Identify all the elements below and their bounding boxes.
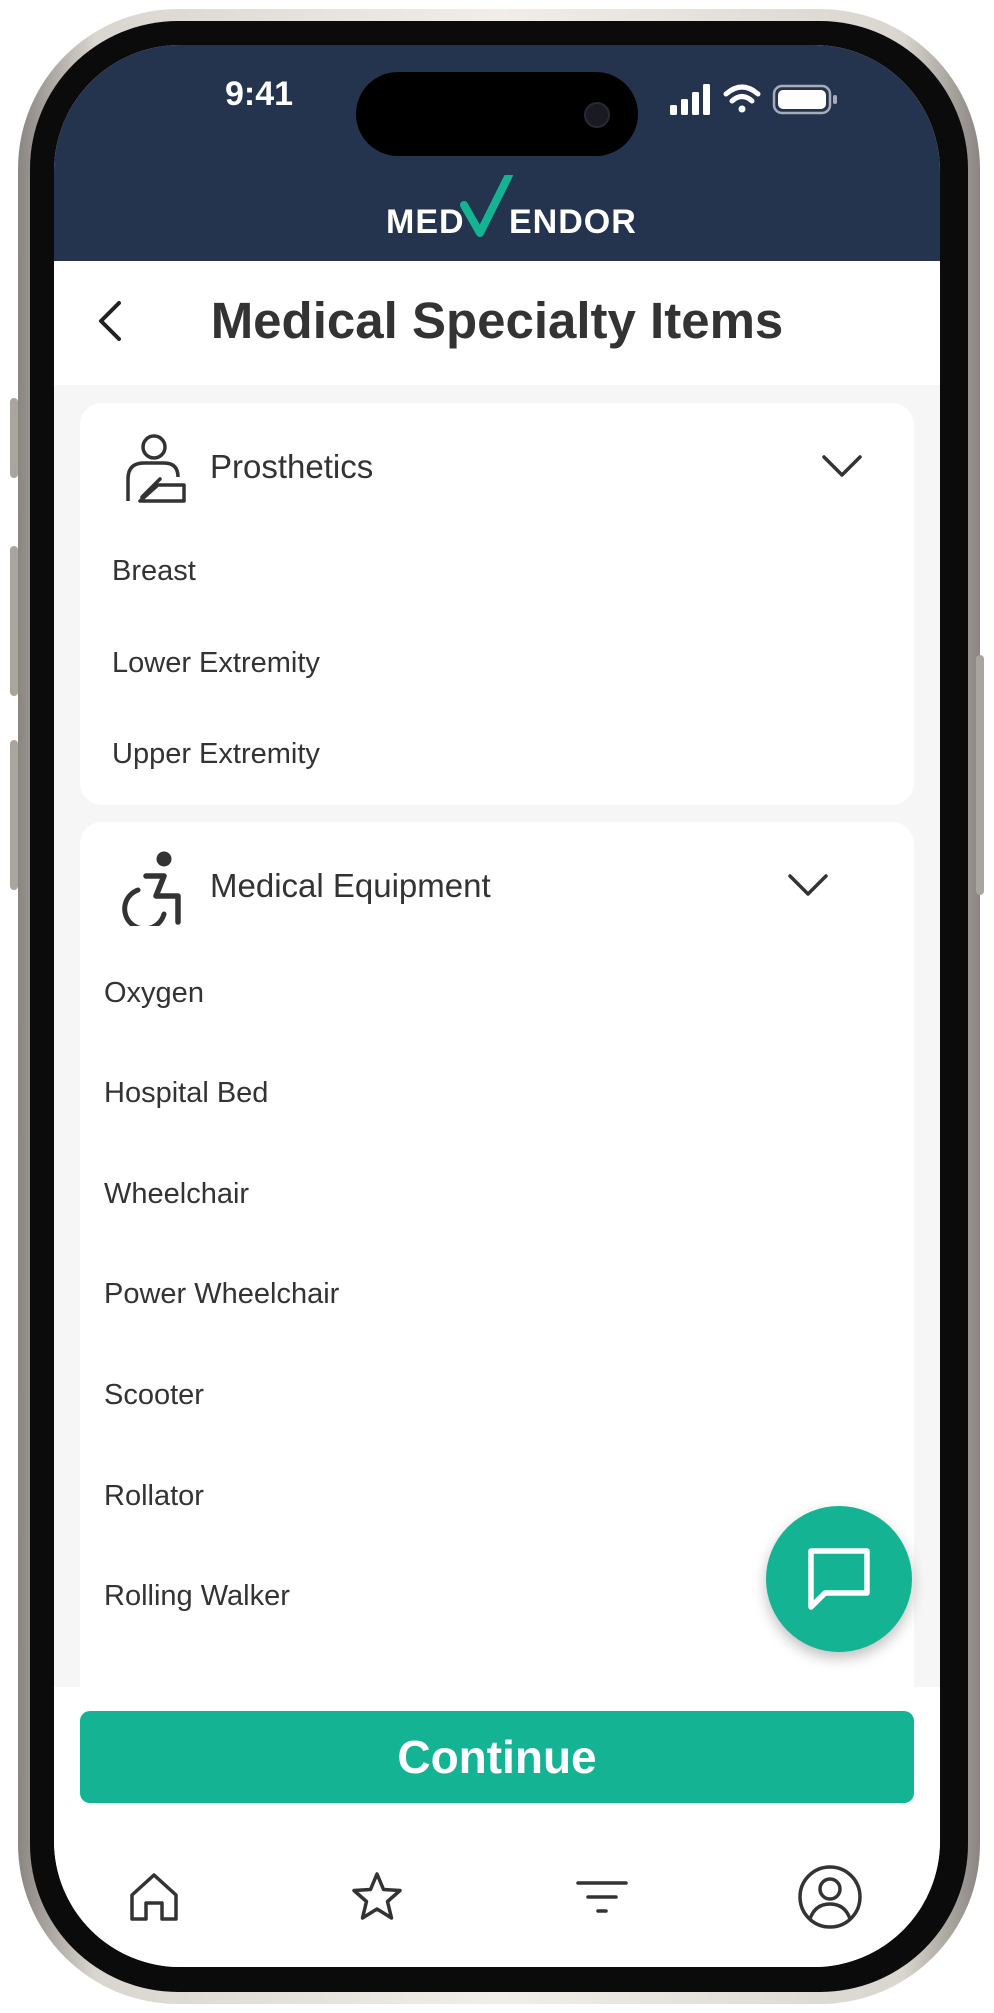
status-time: 9:41 xyxy=(224,75,294,113)
person-arm-sling-icon xyxy=(126,434,186,503)
dynamic-island xyxy=(356,72,638,156)
chevron-down-icon[interactable] xyxy=(818,447,866,483)
power-button xyxy=(976,655,984,895)
content-area: Prosthetics Breast Lower Extremity Upper… xyxy=(54,385,940,1702)
wifi-icon xyxy=(723,84,761,113)
category-label-prosthetics: Prosthetics xyxy=(210,448,374,485)
back-button[interactable] xyxy=(80,289,140,353)
nav-favorites[interactable] xyxy=(337,1857,417,1937)
category-card-prosthetics: Prosthetics Breast Lower Extremity Upper… xyxy=(80,403,914,805)
home-icon xyxy=(130,1873,178,1921)
screen: 9:41 MED ENDOR Medical Specialty Items P… xyxy=(54,45,940,1967)
list-item-breast[interactable]: Breast xyxy=(112,555,196,588)
continue-button[interactable]: Continue xyxy=(80,1711,914,1803)
status-icons xyxy=(670,84,837,115)
category-header-prosthetics[interactable]: Prosthetics xyxy=(80,403,914,527)
list-item-hospital-bed[interactable]: Hospital Bed xyxy=(104,1077,268,1110)
filter-icon xyxy=(576,1881,628,1913)
nav-home[interactable] xyxy=(114,1857,194,1937)
list-item-power-wheelchair[interactable]: Power Wheelchair xyxy=(104,1278,339,1311)
logo-text-left: MED xyxy=(386,203,465,241)
volume-down-button xyxy=(10,740,18,890)
list-item-wheelchair[interactable]: Wheelchair xyxy=(104,1178,249,1211)
page-title: Medical Specialty Items xyxy=(210,292,784,349)
medvendor-logo: MED ENDOR xyxy=(54,175,940,245)
category-header-medical-equipment[interactable]: Medical Equipment xyxy=(80,822,914,946)
battery-icon xyxy=(772,84,837,115)
title-bar: Medical Specialty Items xyxy=(54,261,940,385)
action-button xyxy=(10,398,18,478)
chat-button[interactable] xyxy=(766,1506,912,1652)
list-item-upper-extremity[interactable]: Upper Extremity xyxy=(112,738,320,771)
bottom-nav xyxy=(54,1827,940,1967)
app-header: 9:41 MED ENDOR xyxy=(54,45,940,261)
nav-profile[interactable] xyxy=(790,1857,870,1937)
chat-bubble-icon xyxy=(808,1548,870,1610)
camera-icon xyxy=(584,102,610,128)
profile-icon xyxy=(798,1865,862,1929)
logo-check-mark xyxy=(460,175,513,237)
list-item-scooter[interactable]: Scooter xyxy=(104,1379,204,1412)
continue-bar: Continue xyxy=(54,1687,940,1827)
wheelchair-icon xyxy=(122,851,181,926)
nav-filter[interactable] xyxy=(562,1857,642,1937)
list-item-oxygen[interactable]: Oxygen xyxy=(104,977,204,1010)
list-item-lower-extremity[interactable]: Lower Extremity xyxy=(112,647,320,680)
list-item-rollator[interactable]: Rollator xyxy=(104,1480,204,1513)
logo-text-right: ENDOR xyxy=(509,203,637,241)
category-label-medical-equipment: Medical Equipment xyxy=(210,867,491,904)
chevron-down-icon[interactable] xyxy=(784,866,832,902)
list-item-rolling-walker[interactable]: Rolling Walker xyxy=(104,1580,290,1613)
cellular-signal-icon xyxy=(670,84,710,115)
chevron-left-icon xyxy=(99,301,121,341)
volume-up-button xyxy=(10,546,18,696)
star-icon xyxy=(352,1872,402,1920)
